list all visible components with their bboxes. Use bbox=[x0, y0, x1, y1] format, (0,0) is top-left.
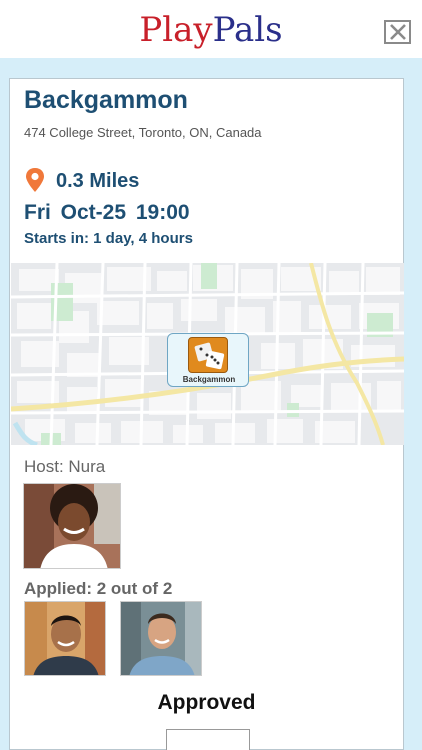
event-map[interactable]: Backgammon bbox=[11, 263, 404, 445]
event-title: Backgammon bbox=[24, 86, 188, 114]
map-marker[interactable]: Backgammon bbox=[167, 333, 249, 387]
event-card: Backgammon 474 College Street, Toronto, … bbox=[9, 78, 404, 750]
app-logo: PlayPals bbox=[139, 10, 283, 50]
status-approved: Approved bbox=[157, 691, 256, 714]
close-button[interactable] bbox=[384, 20, 411, 44]
starts-in-text: Starts in: 1 day, 4 hours bbox=[24, 230, 193, 247]
applied-label: Applied: 2 out of 2 bbox=[24, 579, 173, 598]
action-button[interactable] bbox=[166, 729, 250, 750]
event-datetime: Fri Oct-25 19:00 bbox=[24, 201, 190, 224]
host-label: Host: Nura bbox=[24, 457, 106, 476]
distance-text: 0.3 Miles bbox=[56, 170, 140, 192]
event-address: 474 College Street, Toronto, ON, Canada bbox=[24, 125, 262, 140]
host-avatar[interactable] bbox=[23, 483, 121, 569]
close-icon bbox=[390, 24, 406, 40]
applicant-avatar-1[interactable] bbox=[24, 601, 106, 676]
top-bar: PlayPals bbox=[0, 0, 422, 58]
map-marker-label: Backgammon bbox=[182, 375, 236, 384]
backgammon-dice-icon bbox=[188, 337, 228, 373]
location-pin-icon bbox=[26, 168, 44, 192]
applicant-avatar-2[interactable] bbox=[120, 601, 202, 676]
